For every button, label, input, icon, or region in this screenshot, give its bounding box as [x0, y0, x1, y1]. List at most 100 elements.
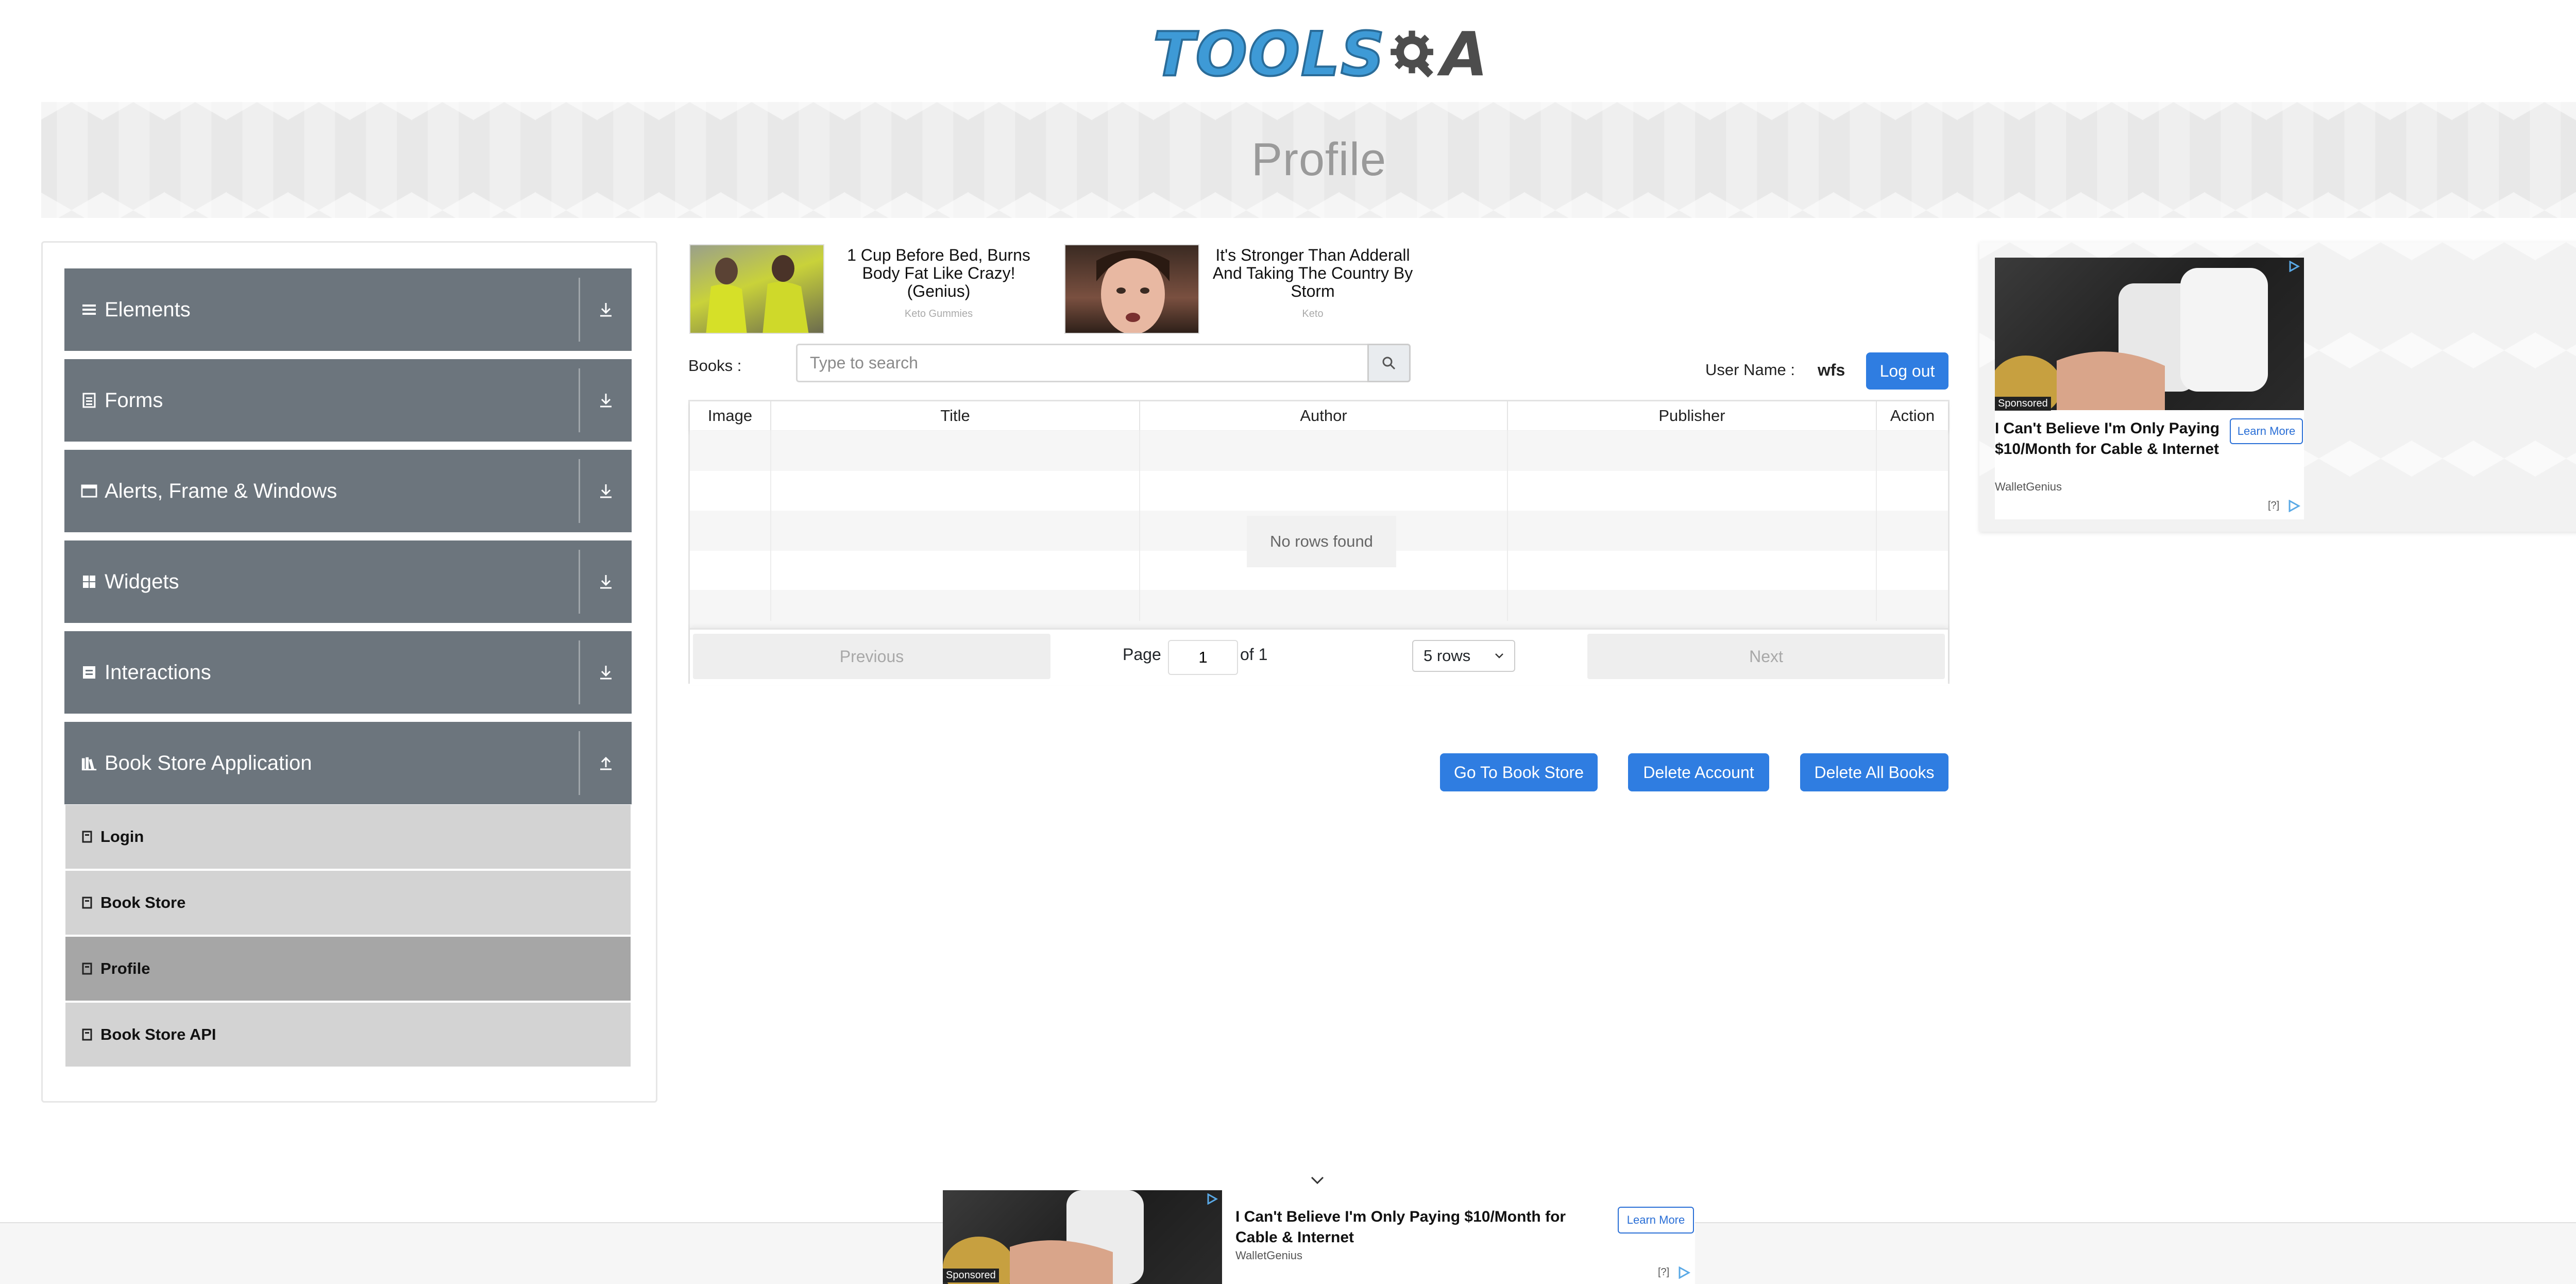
book-icon	[82, 1028, 92, 1041]
logo-text-end: A	[1440, 19, 1488, 90]
download-icon[interactable]	[580, 268, 632, 351]
pagination-bar: Previous Page of 1 5 rows Next	[690, 628, 1948, 685]
menu-group-elements[interactable]: Elements	[64, 268, 632, 351]
learn-more-button[interactable]: Learn More	[2230, 418, 2303, 444]
menu-group-interactions[interactable]: Interactions	[64, 631, 632, 714]
sponsored-label: Sponsored	[943, 1269, 999, 1282]
chevron-down-icon[interactable]	[1310, 1175, 1325, 1186]
ad-info-link[interactable]: [?]	[1658, 1266, 1669, 1278]
menu-group-label: Interactions	[105, 661, 211, 684]
go-to-book-store-button[interactable]: Go To Book Store	[1440, 753, 1598, 791]
books-table: Image Title Author Publisher Action No r…	[688, 400, 1950, 685]
interaction-icon	[81, 664, 97, 681]
ad-source: WalletGenius	[1995, 480, 2062, 493]
logo-text: TOOLS	[1152, 18, 1386, 91]
bottom-ad[interactable]: Sponsored I Can't Believe I'm Only Payin…	[943, 1190, 1695, 1284]
page-number-input[interactable]	[1168, 640, 1238, 675]
upload-icon[interactable]	[580, 722, 632, 804]
download-icon[interactable]	[580, 359, 632, 442]
face-image-icon	[1096, 250, 1170, 333]
search-icon	[1382, 357, 1396, 369]
logo-gear-icon	[1391, 30, 1434, 78]
menu-item-label: Book Store	[100, 893, 186, 911]
menu-group-alerts[interactable]: Alerts, Frame & Windows	[64, 450, 632, 532]
page-total: of 1	[1240, 645, 1268, 664]
column-divider	[770, 430, 771, 621]
adchoices-icon[interactable]	[1677, 1266, 1691, 1279]
toolsqa-logo[interactable]: TOOLS A	[1152, 15, 1488, 93]
menu-group-widgets[interactable]: Widgets	[64, 540, 632, 623]
menu-group-label: Forms	[105, 388, 163, 412]
menu-item-label: Login	[100, 827, 144, 846]
page-title: Profile	[1251, 134, 1387, 185]
column-divider	[1507, 430, 1508, 621]
search-button[interactable]	[1367, 344, 1411, 382]
column-header-image[interactable]: Image	[690, 401, 771, 430]
ad-headline[interactable]: I Can't Believe I'm Only Paying $10/Mont…	[1235, 1207, 1606, 1248]
page-banner: Profile	[41, 102, 2576, 218]
books-icon	[81, 755, 97, 771]
people-image-icon	[706, 255, 809, 333]
column-divider	[1139, 430, 1140, 621]
rows-per-page-select[interactable]: 5 rows	[1412, 640, 1515, 672]
menu-group-book-store[interactable]: Book Store Application	[64, 722, 632, 804]
menu-group-forms[interactable]: Forms	[64, 359, 632, 442]
right-ad[interactable]: Sponsored I Can't Believe I'm Only Payin…	[1995, 258, 2304, 519]
learn-more-button[interactable]: Learn More	[1618, 1207, 1694, 1234]
menu-item-label: Profile	[100, 959, 150, 977]
sponsored-label: Sponsored	[1995, 397, 2051, 411]
books-label: Books :	[688, 357, 742, 375]
ad-headline[interactable]: 1 Cup Before Bed, Burns Body Fat Like Cr…	[831, 246, 1047, 300]
logout-button[interactable]: Log out	[1866, 352, 1948, 390]
menu-item-login[interactable]: Login	[65, 805, 631, 869]
rows-per-page-value: 5 rows	[1423, 647, 1471, 665]
empty-table-message: No rows found	[1247, 516, 1396, 567]
ad-image-keto-gummies[interactable]	[689, 244, 824, 334]
books-search-input[interactable]	[796, 344, 1369, 382]
grid-icon	[81, 573, 97, 590]
next-button[interactable]: Next	[1587, 634, 1945, 679]
username-label: User Name :	[1705, 361, 1795, 379]
column-header-action[interactable]: Action	[1877, 401, 1948, 430]
column-header-title[interactable]: Title	[771, 401, 1140, 430]
ad-headline[interactable]: I Can't Believe I'm Only Paying $10/Mont…	[1995, 418, 2222, 460]
book-icon	[82, 962, 92, 975]
menu-item-book-store[interactable]: Book Store	[65, 871, 631, 935]
menu-item-book-store-api[interactable]: Book Store API	[65, 1003, 631, 1067]
adchoices-icon[interactable]	[2289, 261, 2300, 272]
book-icon	[82, 831, 92, 843]
menu-group-label: Alerts, Frame & Windows	[105, 479, 337, 502]
previous-button[interactable]: Previous	[693, 634, 1050, 679]
column-header-publisher[interactable]: Publisher	[1508, 401, 1877, 430]
ad-source: Keto Gummies	[904, 308, 973, 319]
table-header: Image Title Author Publisher Action	[690, 401, 1948, 430]
window-icon	[81, 483, 97, 499]
adchoices-icon[interactable]	[1207, 1193, 1218, 1205]
page-label: Page	[1123, 645, 1161, 664]
column-divider	[1876, 430, 1877, 621]
book-icon	[82, 897, 92, 909]
ad-source: Keto	[1302, 308, 1324, 319]
delete-all-books-button[interactable]: Delete All Books	[1800, 753, 1948, 791]
username-value: wfs	[1818, 361, 1845, 379]
menu-item-label: Book Store API	[100, 1025, 216, 1043]
download-icon[interactable]	[580, 631, 632, 714]
ad-info-link[interactable]: [?]	[2268, 500, 2279, 512]
ad-source: WalletGenius	[1235, 1249, 1303, 1262]
table-row	[690, 590, 1948, 630]
delete-account-button[interactable]: Delete Account	[1628, 753, 1769, 791]
ad-headline[interactable]: It's Stronger Than Adderall And Taking T…	[1199, 246, 1426, 300]
table-row	[690, 431, 1948, 471]
list-icon	[81, 301, 97, 318]
router-image-icon	[1995, 268, 2268, 410]
adchoices-icon[interactable]	[2287, 500, 2301, 512]
menu-item-profile[interactable]: Profile	[65, 937, 631, 1001]
chevron-down-icon	[1495, 653, 1503, 658]
ad-image-keto[interactable]	[1064, 244, 1199, 334]
ad-photo[interactable]	[1995, 258, 2304, 410]
download-icon[interactable]	[580, 450, 632, 532]
column-header-author[interactable]: Author	[1140, 401, 1508, 430]
form-icon	[81, 392, 97, 409]
download-icon[interactable]	[580, 540, 632, 623]
table-row	[690, 471, 1948, 512]
